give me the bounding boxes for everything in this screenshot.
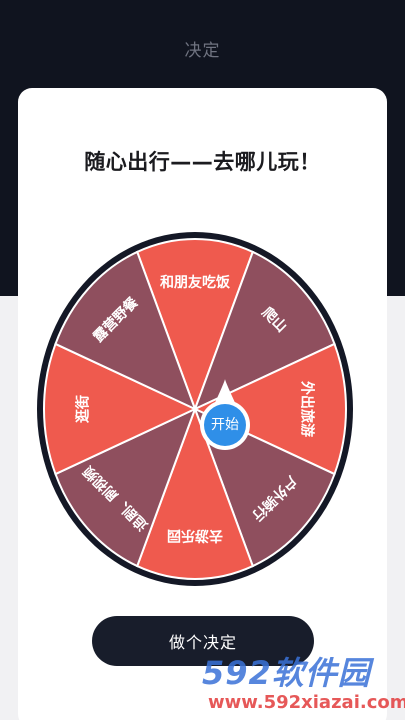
wheel-segment-label: 去游乐园	[167, 527, 223, 544]
watermark-brand: 592软件园	[202, 654, 371, 692]
decision-wheel: 和朋友吃饭 爬山 外出旅游 户外骑行 去游乐园 追剧、刷视频 逛街 露营野餐 开始	[33, 213, 363, 597]
wheel-segment-label: 外出旅游	[299, 381, 316, 437]
start-button-label: 开始	[211, 417, 239, 433]
wheel-segment-label: 和朋友吃饭	[160, 274, 231, 291]
watermark-url: www.592xiazai.com	[208, 692, 405, 713]
page-title: 决定	[184, 41, 221, 61]
watermark: 592软件园 www.592xiazai.com	[196, 648, 405, 718]
wheel-segment-label: 逛街	[74, 395, 91, 423]
card-title: 随心出行——去哪儿玩！	[84, 150, 321, 174]
